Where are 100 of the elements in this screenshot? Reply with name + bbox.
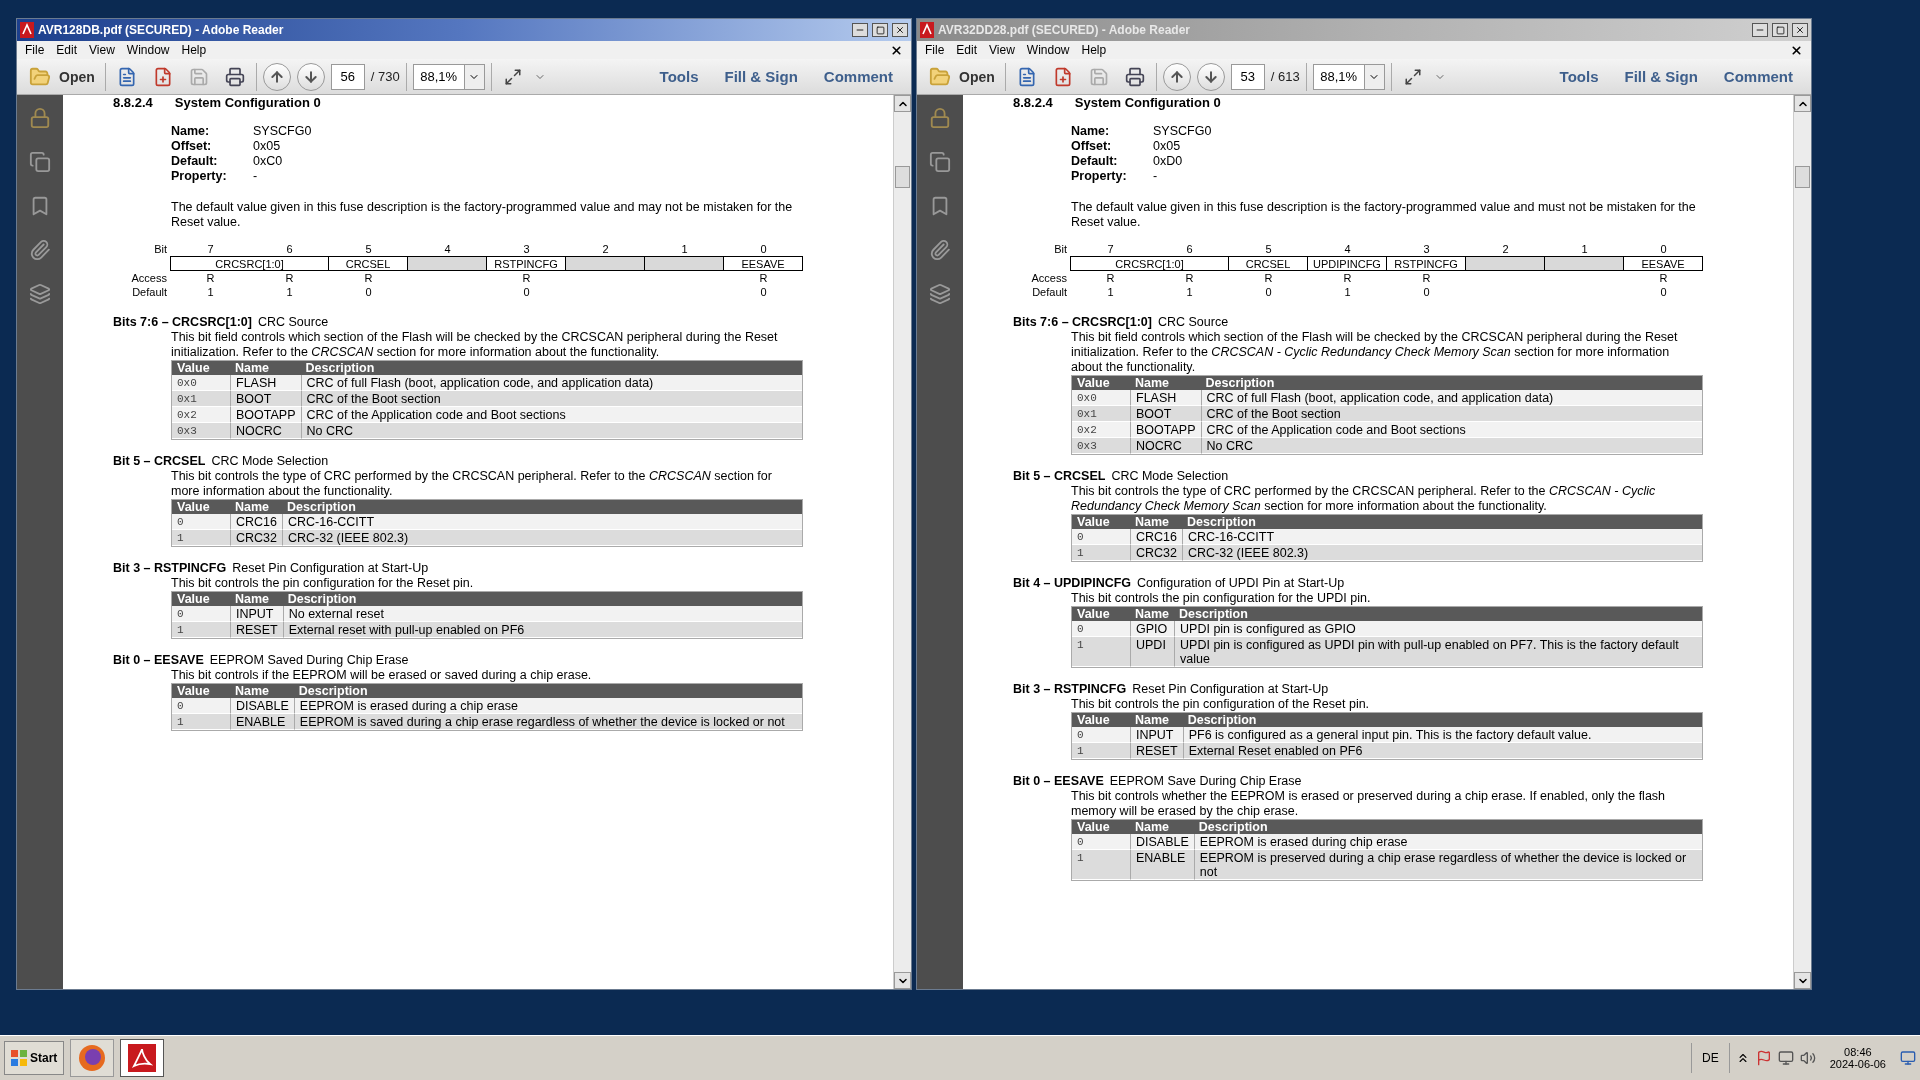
page-number-field[interactable]: 53 — [1230, 63, 1265, 90]
section-title: System Configuration 0 — [174, 95, 321, 110]
column-header: Description — [1182, 713, 1702, 727]
flag-icon[interactable] — [1755, 1050, 1772, 1066]
column-header: Description — [300, 361, 802, 375]
open-button[interactable]: Open — [25, 61, 99, 92]
menu-item[interactable]: Edit — [56, 43, 78, 57]
clock-time: 08:46 — [1844, 1046, 1872, 1058]
column-header: Name — [1130, 607, 1175, 621]
table-cell: 1 — [1072, 743, 1130, 759]
table-cell: UPDI — [1130, 637, 1175, 667]
scroll-down-button[interactable] — [894, 972, 911, 989]
menu-item[interactable]: View — [89, 43, 115, 57]
scroll-up-button[interactable] — [1794, 95, 1811, 112]
close-button[interactable] — [892, 23, 908, 37]
table-cell: CRC-32 (IEEE 802.3) — [1182, 545, 1702, 561]
start-button[interactable]: Start — [4, 1041, 65, 1075]
reader-taskbar-button[interactable] — [120, 1039, 165, 1077]
monitor-icon[interactable] — [1777, 1050, 1794, 1066]
maximize-button[interactable] — [1772, 23, 1788, 37]
menu-item[interactable]: Edit — [956, 43, 978, 57]
paperclip-icon — [929, 239, 951, 261]
description-paragraph: This bit controls the type of CRC performed by the CRCSCAN peripheral. Refer to the CRCSCAN section for more information about the functionality. — [171, 469, 773, 499]
menu-item[interactable]: Help — [181, 43, 207, 57]
column-header: Value — [1072, 376, 1130, 390]
minimize-button[interactable] — [1752, 23, 1768, 37]
table-cell: CRC of the Application code and Boot sections — [1200, 422, 1702, 438]
page-number-field[interactable]: 56 — [330, 63, 365, 90]
bit-field-title: EEPROM Save During Chip Erase — [1109, 774, 1302, 789]
bit-number: 5 — [1264, 242, 1273, 256]
table-cell: EEPROM is saved during a chip erase regardless of whether the device is locked or not — [293, 714, 802, 730]
menu-item[interactable]: File — [25, 43, 45, 57]
tools-button[interactable]: Tools — [1549, 68, 1609, 85]
menu-item[interactable]: Window — [126, 43, 170, 57]
tools-button[interactable]: Tools — [649, 68, 709, 85]
scroll-thumb[interactable] — [895, 166, 910, 188]
table-cell: UPDI pin is configured as GPIO — [1174, 621, 1702, 637]
table-cell: External Reset enabled on PF6 — [1182, 743, 1702, 759]
scroll-up-button[interactable] — [894, 95, 911, 112]
property-value: - — [1153, 169, 1159, 184]
fill-sign-button[interactable]: Fill & Sign — [1614, 68, 1708, 85]
zoom-dropdown-button[interactable] — [1364, 63, 1385, 90]
previous-page-button[interactable] — [1162, 62, 1191, 91]
previous-page-button[interactable] — [262, 62, 291, 91]
table-cell: BOOTAPP — [1130, 422, 1201, 438]
pdf-file-icon — [20, 22, 34, 38]
close-document-icon[interactable] — [1790, 43, 1803, 57]
minimize-button[interactable] — [852, 23, 868, 37]
menu-item[interactable]: File — [925, 43, 945, 57]
zoom-dropdown-button[interactable] — [464, 63, 485, 90]
description-paragraph: This bit controls if the EEPROM will be erased or saved during a chip erase. — [171, 668, 593, 683]
table-cell: EEPROM is erased during chip erase — [1193, 834, 1702, 850]
column-header: Value — [172, 500, 230, 514]
expand-icon — [1403, 67, 1422, 86]
zoom-field[interactable]: 88,1% — [412, 63, 465, 90]
table-cell: GPIO — [1130, 621, 1175, 637]
table-cell: DISABLE — [230, 698, 294, 714]
column-header: Value — [172, 361, 230, 375]
table-cell: CRC of the Application code and Boot sections — [300, 407, 802, 423]
table-cell: No CRC — [1200, 438, 1702, 454]
comment-button[interactable]: Comment — [1713, 68, 1803, 85]
row-label: Default — [131, 285, 168, 299]
default-value: 0 — [364, 285, 373, 299]
table-cell: 0x2 — [1072, 422, 1130, 438]
menu-item[interactable]: Help — [1081, 43, 1107, 57]
bit-number: 6 — [285, 242, 294, 256]
close-document-icon[interactable] — [890, 43, 903, 57]
column-header: Name — [1130, 376, 1201, 390]
table-cell: CRC32 — [230, 530, 282, 546]
fill-sign-button[interactable]: Fill & Sign — [714, 68, 808, 85]
bit-number: 4 — [443, 242, 452, 256]
folder-icon — [29, 65, 51, 88]
table-cell: EEPROM is erased during a chip erase — [293, 698, 802, 714]
speaker-icon[interactable] — [1799, 1050, 1816, 1066]
table-cell: 0x1 — [172, 391, 230, 407]
maximize-button[interactable] — [872, 23, 888, 37]
register-field: CRCSEL — [328, 256, 408, 271]
menu-item[interactable]: View — [989, 43, 1015, 57]
clock-date: 2024-06-06 — [1829, 1058, 1886, 1070]
default-value: 1 — [1106, 285, 1115, 299]
show-desktop-icon[interactable] — [1900, 1050, 1916, 1066]
close-button[interactable] — [1792, 23, 1808, 37]
default-value: 1 — [1343, 285, 1352, 299]
zoom-field[interactable]: 88,1% — [1312, 63, 1365, 90]
table-cell: EEPROM is preserved during a chip erase regardless of whether the device is locked or not — [1193, 850, 1702, 880]
scroll-thumb[interactable] — [1795, 166, 1810, 188]
register-field: CRCSRC[1:0] — [170, 256, 329, 271]
expand-icon — [503, 67, 522, 86]
table-cell: CRC-16-CCITT — [282, 514, 802, 530]
next-page-button[interactable] — [1196, 62, 1225, 91]
open-button[interactable]: Open — [925, 61, 999, 92]
browser-taskbar-button[interactable] — [70, 1039, 115, 1077]
table-cell: CRC16 — [230, 514, 282, 530]
menu-item[interactable]: Window — [1026, 43, 1070, 57]
scroll-down-button[interactable] — [1794, 972, 1811, 989]
table-cell: BOOTAPP — [230, 407, 301, 423]
lock-icon — [929, 107, 951, 129]
comment-button[interactable]: Comment — [813, 68, 903, 85]
next-page-button[interactable] — [296, 62, 325, 91]
bit-number: 7 — [206, 242, 215, 256]
